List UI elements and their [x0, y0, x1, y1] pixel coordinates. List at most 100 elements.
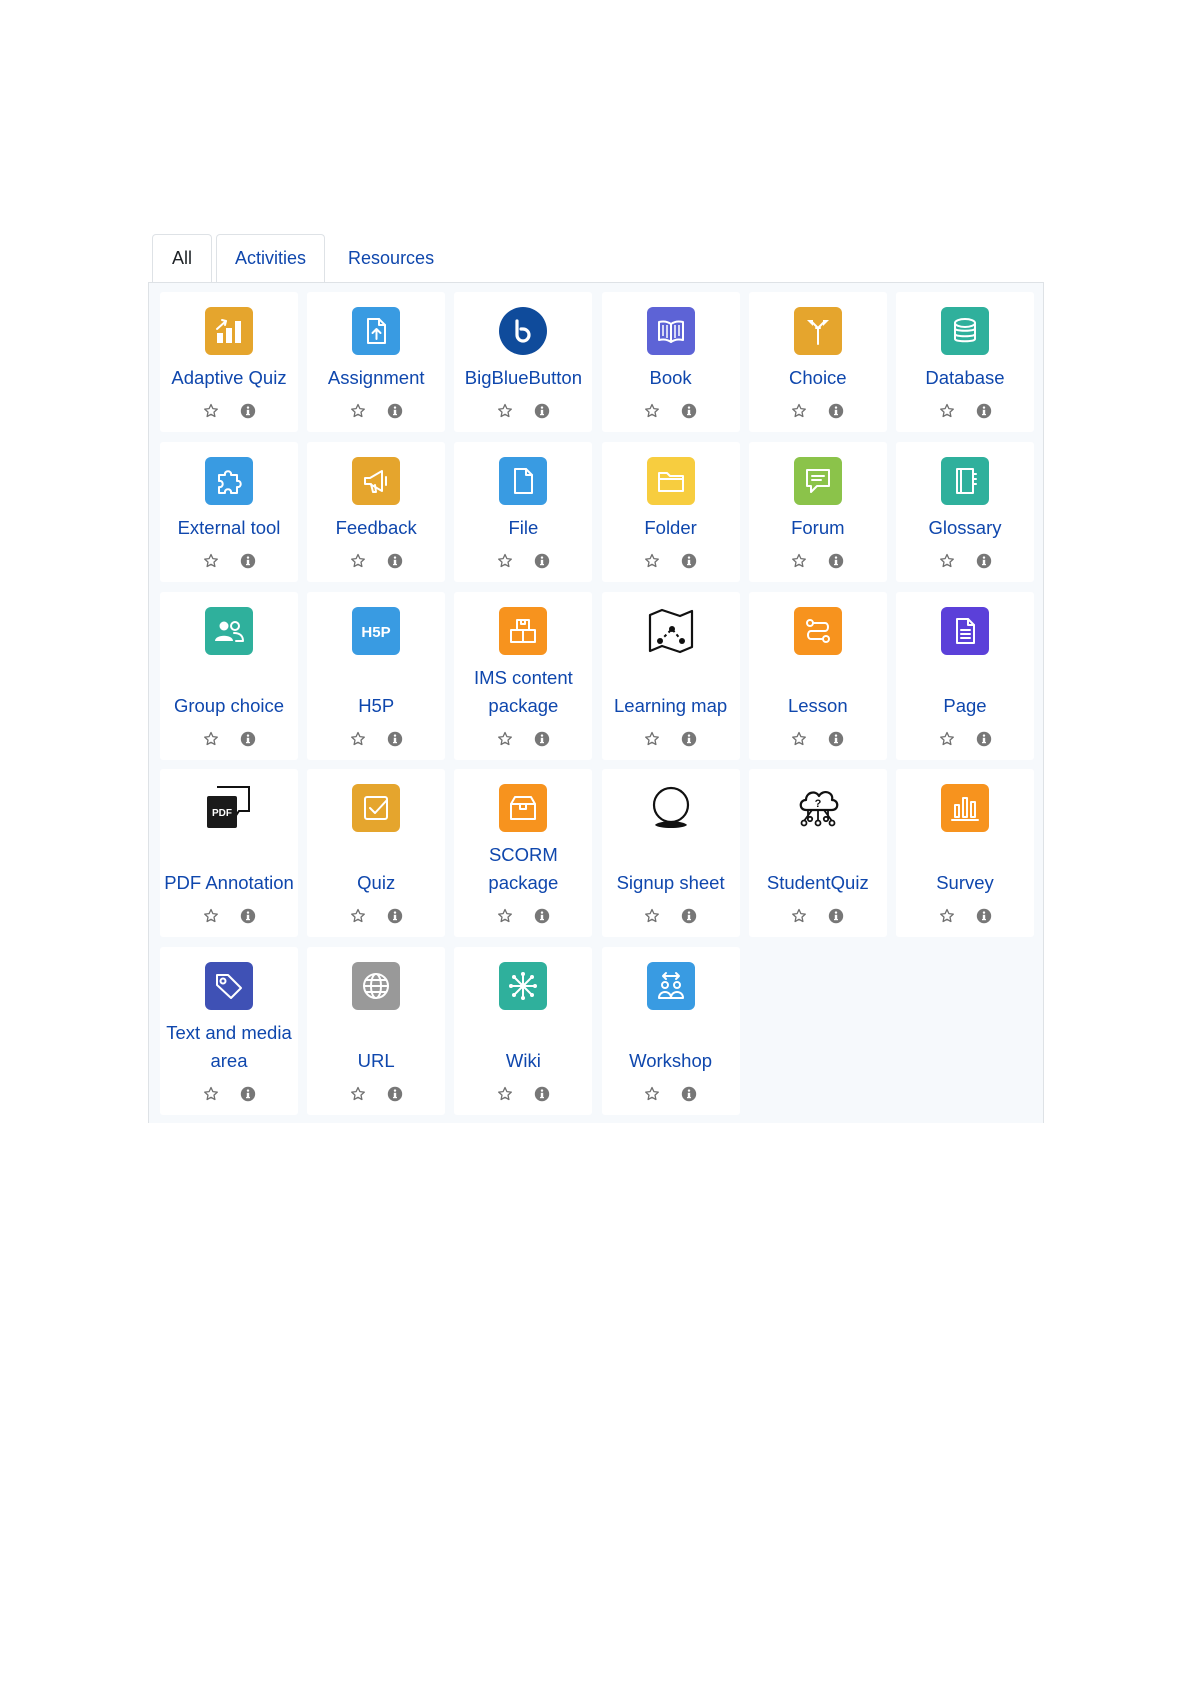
info-circle-icon[interactable]: [386, 402, 404, 420]
star-outline-icon[interactable]: [643, 730, 661, 748]
module-item-choice[interactable]: Choice: [748, 292, 887, 432]
star-outline-icon[interactable]: [643, 907, 661, 925]
module-item-workshop[interactable]: Workshop: [601, 947, 740, 1115]
module-item-text-and-media-area[interactable]: Text and media area: [160, 947, 298, 1115]
module-item-quiz[interactable]: Quiz: [307, 769, 446, 937]
star-outline-icon[interactable]: [349, 1085, 367, 1103]
module-label[interactable]: Survey: [896, 869, 1034, 897]
module-label[interactable]: Learning map: [602, 692, 740, 720]
star-outline-icon[interactable]: [790, 730, 808, 748]
module-label[interactable]: Quiz: [307, 869, 445, 897]
info-circle-icon[interactable]: [239, 1085, 257, 1103]
module-item-survey[interactable]: Survey: [896, 769, 1034, 937]
module-label[interactable]: External tool: [160, 514, 298, 542]
module-item-file[interactable]: File: [454, 442, 593, 582]
info-circle-icon[interactable]: [533, 907, 551, 925]
module-item-studentquiz[interactable]: ? StudentQuiz: [748, 769, 887, 937]
module-item-feedback[interactable]: Feedback: [307, 442, 446, 582]
info-circle-icon[interactable]: [533, 1085, 551, 1103]
info-circle-icon[interactable]: [533, 552, 551, 570]
star-outline-icon[interactable]: [349, 730, 367, 748]
module-item-adaptive-quiz[interactable]: Adaptive Quiz: [160, 292, 298, 432]
module-label[interactable]: Signup sheet: [602, 869, 740, 897]
star-outline-icon[interactable]: [496, 1085, 514, 1103]
module-item-assignment[interactable]: Assignment: [307, 292, 446, 432]
module-label[interactable]: File: [454, 514, 592, 542]
module-label[interactable]: PDF Annotation: [160, 869, 298, 897]
star-outline-icon[interactable]: [349, 907, 367, 925]
module-label[interactable]: H5P: [307, 692, 445, 720]
info-circle-icon[interactable]: [386, 907, 404, 925]
info-circle-icon[interactable]: [533, 402, 551, 420]
module-label[interactable]: Choice: [749, 364, 887, 392]
star-outline-icon[interactable]: [349, 402, 367, 420]
info-circle-icon[interactable]: [975, 730, 993, 748]
info-circle-icon[interactable]: [386, 552, 404, 570]
module-label[interactable]: Glossary: [896, 514, 1034, 542]
module-label[interactable]: Text and media area: [160, 1019, 298, 1075]
module-item-database[interactable]: Database: [896, 292, 1034, 432]
star-outline-icon[interactable]: [496, 402, 514, 420]
info-circle-icon[interactable]: [975, 552, 993, 570]
star-outline-icon[interactable]: [643, 402, 661, 420]
module-item-ims-content-package[interactable]: IMS content package: [454, 592, 593, 760]
module-label[interactable]: IMS content package: [454, 664, 592, 720]
star-outline-icon[interactable]: [790, 907, 808, 925]
star-outline-icon[interactable]: [938, 402, 956, 420]
module-item-url[interactable]: URL: [307, 947, 446, 1115]
module-item-pdf-annotation[interactable]: PDF PDF Annotation: [160, 769, 298, 937]
module-label[interactable]: Group choice: [160, 692, 298, 720]
module-label[interactable]: Adaptive Quiz: [160, 364, 298, 392]
star-outline-icon[interactable]: [496, 730, 514, 748]
module-item-signup-sheet[interactable]: Signup sheet: [601, 769, 740, 937]
module-item-lesson[interactable]: Lesson: [748, 592, 887, 760]
info-circle-icon[interactable]: [680, 552, 698, 570]
tab-resources[interactable]: Resources: [329, 234, 453, 282]
info-circle-icon[interactable]: [827, 552, 845, 570]
module-item-page[interactable]: Page: [896, 592, 1034, 760]
module-label[interactable]: Book: [602, 364, 740, 392]
info-circle-icon[interactable]: [975, 402, 993, 420]
star-outline-icon[interactable]: [643, 1085, 661, 1103]
module-label[interactable]: Workshop: [602, 1047, 740, 1075]
tab-activities[interactable]: Activities: [216, 234, 326, 282]
module-item-bigbluebutton[interactable]: BigBlueButton: [454, 292, 593, 432]
module-item-book[interactable]: Book: [601, 292, 740, 432]
module-label[interactable]: Lesson: [749, 692, 887, 720]
tab-all[interactable]: All: [152, 234, 213, 283]
module-label[interactable]: Folder: [602, 514, 740, 542]
module-label[interactable]: BigBlueButton: [454, 364, 592, 392]
star-outline-icon[interactable]: [202, 730, 220, 748]
info-circle-icon[interactable]: [827, 402, 845, 420]
star-outline-icon[interactable]: [496, 907, 514, 925]
info-circle-icon[interactable]: [827, 907, 845, 925]
star-outline-icon[interactable]: [496, 552, 514, 570]
info-circle-icon[interactable]: [680, 730, 698, 748]
info-circle-icon[interactable]: [239, 907, 257, 925]
module-item-group-choice[interactable]: Group choice: [160, 592, 298, 760]
module-label[interactable]: Forum: [749, 514, 887, 542]
star-outline-icon[interactable]: [938, 907, 956, 925]
module-item-forum[interactable]: Forum: [748, 442, 887, 582]
info-circle-icon[interactable]: [975, 907, 993, 925]
star-outline-icon[interactable]: [202, 552, 220, 570]
info-circle-icon[interactable]: [239, 402, 257, 420]
star-outline-icon[interactable]: [202, 402, 220, 420]
module-label[interactable]: Feedback: [307, 514, 445, 542]
star-outline-icon[interactable]: [790, 402, 808, 420]
star-outline-icon[interactable]: [349, 552, 367, 570]
star-outline-icon[interactable]: [938, 552, 956, 570]
info-circle-icon[interactable]: [386, 1085, 404, 1103]
star-outline-icon[interactable]: [202, 1085, 220, 1103]
info-circle-icon[interactable]: [386, 730, 404, 748]
star-outline-icon[interactable]: [202, 907, 220, 925]
module-label[interactable]: Page: [896, 692, 1034, 720]
star-outline-icon[interactable]: [790, 552, 808, 570]
module-item-folder[interactable]: Folder: [601, 442, 740, 582]
module-label[interactable]: SCORM package: [454, 841, 592, 897]
module-item-scorm-package[interactable]: SCORM package: [454, 769, 593, 937]
info-circle-icon[interactable]: [239, 730, 257, 748]
info-circle-icon[interactable]: [680, 402, 698, 420]
module-label[interactable]: Assignment: [307, 364, 445, 392]
module-label[interactable]: Wiki: [454, 1047, 592, 1075]
